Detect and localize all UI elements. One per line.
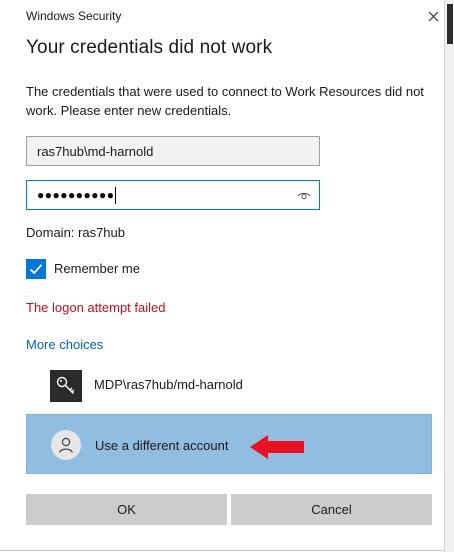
dialog-heading: Your credentials did not work: [26, 37, 273, 58]
remember-me-checkbox[interactable]: [26, 259, 46, 279]
person-icon: [59, 437, 73, 453]
account-option-label: MDP\ras7hub/md-harnold: [94, 377, 243, 392]
account-option-label: Use a different account: [95, 438, 229, 453]
ok-button[interactable]: OK: [26, 494, 227, 525]
credential-dialog: Windows Security Your credentials did no…: [0, 0, 445, 551]
close-icon: [428, 11, 438, 21]
username-field[interactable]: ras7hub\md-harnold: [26, 136, 320, 166]
checkmark-icon: [29, 264, 43, 275]
more-choices-link[interactable]: More choices: [26, 337, 103, 352]
password-field[interactable]: ●●●●●●●●●●: [26, 180, 320, 210]
account-option-different[interactable]: Use a different account: [26, 414, 432, 474]
password-value: ●●●●●●●●●●: [37, 188, 115, 202]
key-tile: [50, 370, 82, 402]
red-arrow-annotation: [250, 435, 304, 459]
background-window-edge: [444, 0, 454, 552]
domain-label: Domain: ras7hub: [26, 225, 125, 240]
window-title: Windows Security: [26, 9, 122, 23]
person-tile: [51, 430, 81, 460]
cancel-button[interactable]: Cancel: [231, 494, 432, 525]
remember-me-label[interactable]: Remember me: [54, 261, 140, 276]
close-button[interactable]: [424, 6, 442, 26]
dialog-description: The credentials that were used to connec…: [26, 84, 424, 118]
eye-icon[interactable]: [297, 190, 311, 202]
key-icon: [56, 376, 75, 394]
background-window-mark: [447, 4, 453, 44]
account-option-saved[interactable]: MDP\ras7hub/md-harnold: [26, 356, 432, 416]
error-message: The logon attempt failed: [26, 300, 166, 315]
username-value: ras7hub\md-harnold: [37, 143, 154, 159]
text-caret: [115, 186, 117, 204]
